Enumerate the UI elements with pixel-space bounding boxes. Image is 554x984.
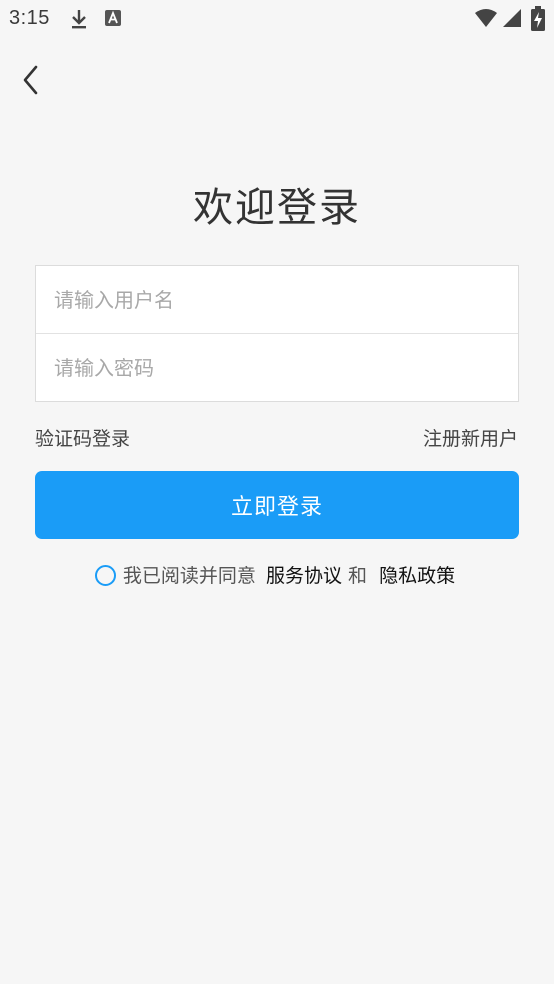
signal-icon: [502, 8, 522, 32]
agree-and-text: 和: [348, 565, 368, 587]
username-input[interactable]: [36, 266, 518, 333]
login-button[interactable]: 立即登录: [35, 471, 519, 539]
download-icon: [69, 8, 89, 34]
terms-link[interactable]: 服务协议: [266, 565, 342, 587]
login-form: [35, 265, 519, 402]
status-bar: 3:15: [0, 0, 554, 38]
back-button[interactable]: [18, 64, 48, 96]
wifi-icon: [474, 8, 498, 32]
sms-login-link[interactable]: 验证码登录: [35, 424, 130, 451]
battery-charging-icon: [531, 6, 545, 36]
agree-checkbox[interactable]: [94, 565, 116, 586]
register-link[interactable]: 注册新用户: [423, 424, 518, 451]
status-time: 3:15: [9, 7, 50, 29]
a-icon: [104, 8, 122, 32]
chevron-left-icon: [23, 65, 38, 95]
page-title: 欢迎登录: [193, 185, 361, 231]
privacy-link[interactable]: 隐私政策: [379, 565, 455, 587]
agreement-row: 我已阅读并同意 服务协议和 隐私政策: [0, 561, 554, 588]
agree-prefix-text: 我已阅读并同意: [122, 565, 256, 587]
password-input[interactable]: [36, 334, 518, 401]
